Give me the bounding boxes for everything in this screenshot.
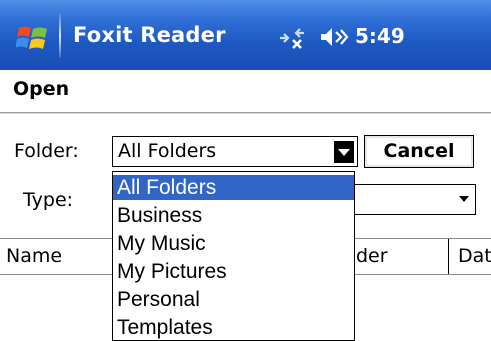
dropdown-item-all-folders[interactable]: All Folders — [113, 175, 354, 200]
dialog-title: Open — [13, 78, 70, 100]
connectivity-icon[interactable] — [276, 25, 308, 51]
chevron-down-icon[interactable] — [459, 196, 469, 202]
folder-label: Folder: — [14, 140, 79, 162]
title-separator — [59, 14, 61, 58]
cancel-button[interactable]: Cancel — [364, 135, 474, 168]
folder-combobox[interactable]: All Folders — [112, 136, 358, 167]
folder-combobox-value: All Folders — [118, 140, 217, 162]
title-bar: Foxit Reader 5:49 — [0, 0, 491, 70]
windows-start-logo-icon[interactable] — [16, 22, 50, 54]
column-header-folder[interactable]: der — [356, 239, 436, 274]
dropdown-item-my-pictures[interactable]: My Pictures — [113, 259, 354, 284]
app-title: Foxit Reader — [73, 23, 226, 47]
dropdown-item-templates[interactable]: Templates — [113, 315, 354, 340]
clock[interactable]: 5:49 — [355, 24, 405, 48]
dropdown-item-my-music[interactable]: My Music — [113, 231, 354, 256]
header-divider-highlight — [0, 113, 491, 114]
column-divider[interactable] — [448, 239, 449, 274]
folder-dropdown-list[interactable]: All Folders Business My Music My Picture… — [112, 171, 355, 341]
volume-muted-icon[interactable] — [319, 25, 349, 49]
column-header-date[interactable]: Dat — [458, 239, 491, 274]
dropdown-item-business[interactable]: Business — [113, 203, 354, 228]
type-label: Type: — [23, 189, 74, 211]
column-header-name[interactable]: Name — [6, 239, 106, 274]
dropdown-item-personal[interactable]: Personal — [113, 287, 354, 312]
chevron-down-icon[interactable] — [334, 141, 354, 163]
